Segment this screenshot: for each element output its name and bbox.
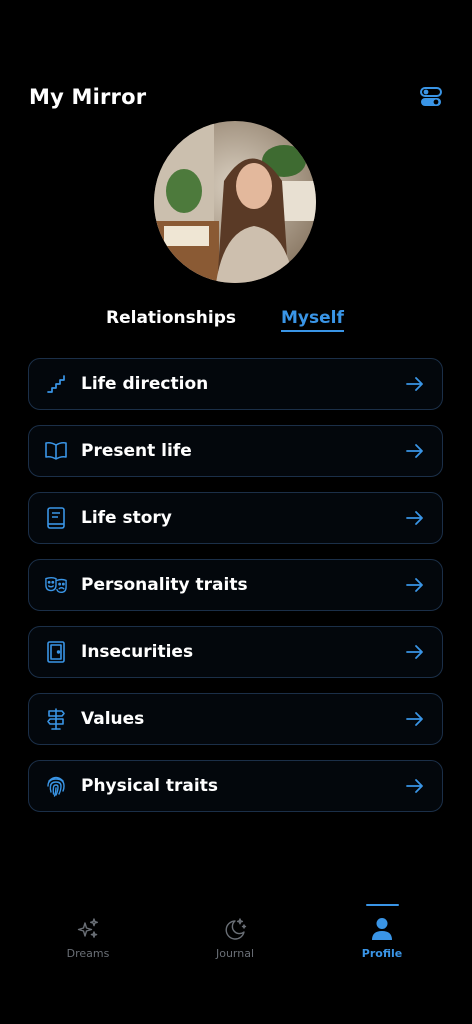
item-label: Life direction <box>81 374 209 394</box>
stairs-icon <box>45 373 67 395</box>
list-item-present-life[interactable]: Present life <box>28 425 443 477</box>
item-label: Values <box>81 709 145 729</box>
fingerprint-icon <box>45 775 67 797</box>
open-book-icon <box>45 440 67 462</box>
topic-list: Life direction Present life Life story P… <box>28 358 443 827</box>
arrow-right-icon <box>404 440 426 462</box>
door-icon <box>45 641 67 663</box>
header: My Mirror <box>29 82 443 112</box>
nav-profile[interactable]: Profile <box>322 900 442 970</box>
arrow-right-icon <box>404 775 426 797</box>
settings-toggle-button[interactable] <box>419 85 443 109</box>
tab-relationships[interactable]: Relationships <box>106 308 236 328</box>
moon-stars-icon <box>223 917 247 941</box>
toggle-settings-icon <box>420 87 442 106</box>
item-label: Present life <box>81 441 192 461</box>
item-label: Physical traits <box>81 776 218 796</box>
bottom-navigation: Dreams Journal Profile <box>0 900 472 980</box>
tab-myself[interactable]: Myself <box>281 308 344 332</box>
avatar[interactable] <box>154 121 316 283</box>
arrow-right-icon <box>404 574 426 596</box>
list-item-values[interactable]: Values <box>28 693 443 745</box>
list-item-life-direction[interactable]: Life direction <box>28 358 443 410</box>
nav-dreams[interactable]: Dreams <box>28 900 148 970</box>
item-label: Insecurities <box>81 642 194 662</box>
list-item-life-story[interactable]: Life story <box>28 492 443 544</box>
list-item-insecurities[interactable]: Insecurities <box>28 626 443 678</box>
arrow-right-icon <box>404 507 426 529</box>
item-label: Personality traits <box>81 575 248 595</box>
signpost-icon <box>45 708 67 730</box>
arrow-right-icon <box>404 373 426 395</box>
item-label: Life story <box>81 508 172 528</box>
section-tabs: Relationships Myself <box>0 308 472 338</box>
sparkles-icon <box>76 917 100 941</box>
page-title: My Mirror <box>29 85 147 109</box>
nav-journal[interactable]: Journal <box>175 900 295 970</box>
list-item-personality-traits[interactable]: Personality traits <box>28 559 443 611</box>
theater-masks-icon <box>45 574 67 596</box>
arrow-right-icon <box>404 708 426 730</box>
nav-label: Journal <box>215 947 255 960</box>
list-item-physical-traits[interactable]: Physical traits <box>28 760 443 812</box>
book-icon <box>45 507 67 529</box>
nav-label: Profile <box>361 947 403 960</box>
arrow-right-icon <box>404 641 426 663</box>
nav-label: Dreams <box>66 947 110 960</box>
person-icon <box>370 917 394 941</box>
